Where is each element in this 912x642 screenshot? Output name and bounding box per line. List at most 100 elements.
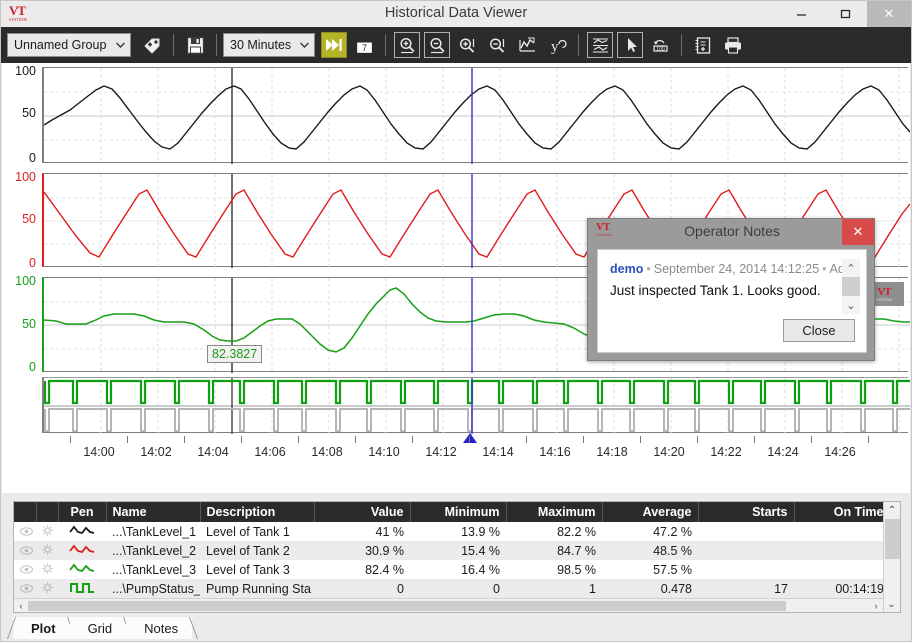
col-on-time[interactable]: On Time xyxy=(794,502,891,522)
x-tick-label: 14:20 xyxy=(653,445,685,459)
grid-scroll-down-button[interactable]: ⌄ xyxy=(884,596,899,612)
table-row[interactable]: ...\TankLevel_2 Level of Tank 2 30.9 % 1… xyxy=(14,541,890,560)
x-tick-label: 14:06 xyxy=(254,445,286,459)
note-scroll-down-button[interactable]: ⌄ xyxy=(842,296,860,314)
tab-plot[interactable]: Plot xyxy=(6,617,76,639)
col-maximum[interactable]: Maximum xyxy=(506,502,603,522)
pen-maximum: 1 xyxy=(506,579,602,598)
col-average[interactable]: Average xyxy=(602,502,699,522)
pen-starts xyxy=(698,541,794,560)
grid-scroll-up-button[interactable]: ⌃ xyxy=(884,502,900,518)
print-button[interactable] xyxy=(720,32,746,58)
tab-grid[interactable]: Grid xyxy=(69,617,133,639)
operator-notes-dialog[interactable]: VT SYSTEMS Operator Notes ✕ demo • Septemb… xyxy=(587,218,875,361)
x-tick-label: 14:26 xyxy=(824,445,856,459)
grid-scroll-left-button[interactable]: ‹ xyxy=(14,599,28,613)
visibility-toggle[interactable] xyxy=(14,522,36,541)
grid-hscroll-thumb[interactable] xyxy=(28,601,786,611)
calendar-button[interactable]: 7 xyxy=(351,32,377,58)
eye-icon[interactable] xyxy=(20,563,33,577)
visibility-toggle[interactable] xyxy=(14,579,36,598)
add-tag-button[interactable] xyxy=(139,32,165,58)
group-select[interactable]: Unnamed Group xyxy=(7,33,131,57)
pen-swatch[interactable] xyxy=(58,541,106,560)
col-name[interactable]: Name xyxy=(106,502,201,522)
settings-button[interactable] xyxy=(36,560,58,579)
chart-pane-pumpstatus[interactable] xyxy=(2,375,910,437)
plot-canvas-1[interactable] xyxy=(42,67,910,164)
pen-value: 41 % xyxy=(375,524,405,539)
save-button[interactable] xyxy=(182,32,208,58)
time-range-select[interactable]: 30 Minutes xyxy=(223,33,315,57)
table-row[interactable]: ...\TankLevel_1 Level of Tank 1 41 % 13.… xyxy=(14,522,890,541)
pen-swatch[interactable] xyxy=(58,579,106,598)
gear-icon[interactable] xyxy=(42,524,53,539)
autoscale-button[interactable] xyxy=(514,32,540,58)
settings-button[interactable] xyxy=(36,522,58,541)
dialog-close-button[interactable]: Close xyxy=(783,319,855,342)
note-timestamp: September 24, 2014 14:12:25 xyxy=(653,262,820,276)
maximize-button[interactable] xyxy=(823,1,867,27)
close-button[interactable]: ✕ xyxy=(867,1,911,27)
visibility-toggle[interactable] xyxy=(14,541,36,560)
pen-on-time: 00:14:19 xyxy=(794,579,890,598)
gear-icon[interactable] xyxy=(42,581,53,596)
y-axis-label-0: 0 xyxy=(29,256,36,270)
settings-button[interactable] xyxy=(36,541,58,560)
eye-icon[interactable] xyxy=(20,544,33,558)
title-bar: VT SYSTEMS Historical Data Viewer ✕ xyxy=(1,1,911,27)
note-scrollbar[interactable]: ⌃ ⌄ xyxy=(842,259,860,314)
y-axis-label-100: 100 xyxy=(15,170,36,184)
col-visibility[interactable] xyxy=(14,502,37,522)
grid-scroll-thumb[interactable] xyxy=(885,519,900,559)
stacked-view-button[interactable] xyxy=(587,32,613,58)
dialog-close-icon[interactable]: ✕ xyxy=(842,219,874,245)
note-user: demo xyxy=(610,262,644,276)
col-starts[interactable]: Starts xyxy=(698,502,795,522)
pen-starts: 17 xyxy=(698,579,794,598)
pen-swatch[interactable] xyxy=(58,560,106,579)
zoom-in-y-button[interactable] xyxy=(454,32,480,58)
eye-icon[interactable] xyxy=(20,582,33,596)
col-minimum[interactable]: Minimum xyxy=(410,502,507,522)
plot-canvas-digital[interactable] xyxy=(42,377,910,434)
notes-button[interactable] xyxy=(690,32,716,58)
table-row[interactable]: ...\PumpStatus_3 Pump Running Sta 0 0 1 … xyxy=(14,579,890,598)
note-scroll-thumb[interactable] xyxy=(842,277,860,296)
zoom-out-y-button[interactable] xyxy=(484,32,510,58)
grid-scroll-right-button[interactable]: › xyxy=(869,599,883,613)
chart-pane-tanklevel-1[interactable]: 100 50 0 xyxy=(2,63,910,169)
pen-name: ...\PumpStatus_3 xyxy=(106,579,200,598)
col-pen[interactable]: Pen xyxy=(58,502,107,522)
tab-notes[interactable]: Notes xyxy=(126,617,199,639)
y-axis-button[interactable]: y xyxy=(544,32,570,58)
zoom-in-x-button[interactable] xyxy=(394,32,420,58)
gear-icon[interactable] xyxy=(42,562,53,577)
col-settings[interactable] xyxy=(36,502,59,522)
pen-description: Pump Running Sta xyxy=(200,579,314,598)
grid-horizontal-scrollbar[interactable]: ‹ › xyxy=(14,598,883,612)
col-value[interactable]: Value xyxy=(314,502,411,522)
live-mode-button[interactable] xyxy=(321,32,347,58)
x-tick-label: 14:02 xyxy=(140,445,172,459)
bottom-tabs: Plot Grid Notes xyxy=(6,617,199,639)
visibility-toggle[interactable] xyxy=(14,560,36,579)
zoom-out-x-button[interactable] xyxy=(424,32,450,58)
select-cursor-button[interactable] xyxy=(617,32,643,58)
minimize-button[interactable] xyxy=(779,1,823,27)
dialog-body: demo • September 24, 2014 14:12:25 • Add Jus… xyxy=(597,249,867,353)
annotate-button[interactable]: 100 xyxy=(647,32,673,58)
watermark-sub: SYSTEMS xyxy=(875,297,893,302)
col-description[interactable]: Description xyxy=(200,502,315,522)
settings-button[interactable] xyxy=(36,579,58,598)
pen-minimum: 15.4 % xyxy=(410,541,506,560)
gear-icon[interactable] xyxy=(42,543,53,558)
eye-icon[interactable] xyxy=(20,525,33,539)
grid-vertical-scrollbar[interactable]: ⌃ ⌄ xyxy=(883,502,900,612)
note-scroll-up-button[interactable]: ⌃ xyxy=(842,259,860,277)
x-tick-label: 14:14 xyxy=(482,445,514,459)
time-axis: 14:00 14:02 14:04 14:06 14:08 14:10 14:1… xyxy=(2,436,910,474)
pen-swatch[interactable] xyxy=(58,522,106,541)
pen-grid[interactable]: Pen Name Description Value Minimum Maxim… xyxy=(13,501,901,613)
table-row[interactable]: ...\TankLevel_3 Level of Tank 3 82.4 % 1… xyxy=(14,560,890,579)
